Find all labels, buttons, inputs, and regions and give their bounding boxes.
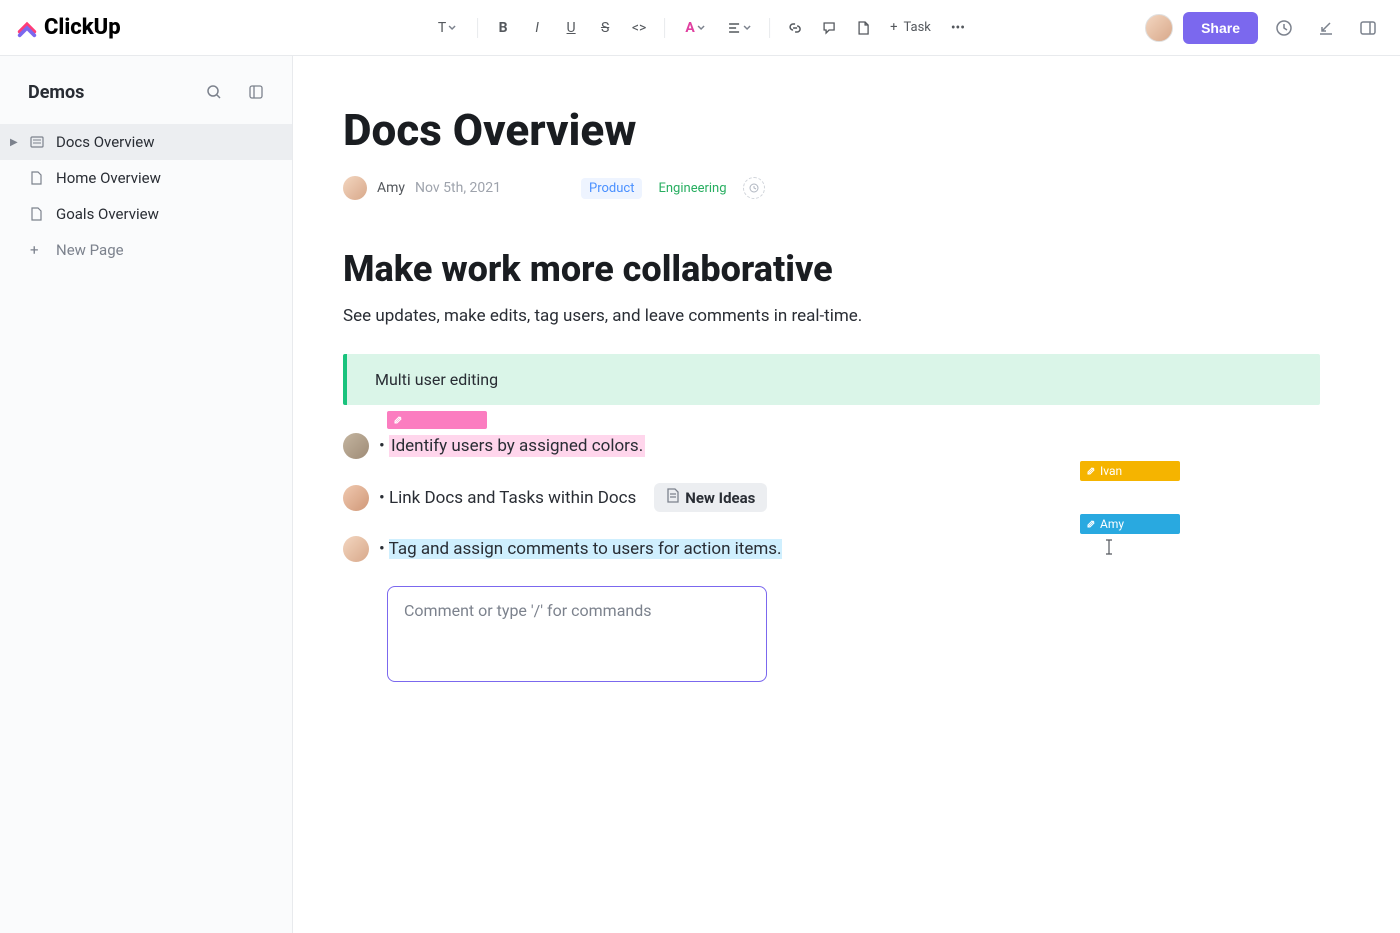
page-icon bbox=[30, 135, 46, 149]
user-cursor-amy: Amy bbox=[1080, 514, 1180, 534]
author-name: Amy bbox=[377, 180, 405, 196]
code-button[interactable]: <> bbox=[624, 13, 654, 43]
search-icon[interactable] bbox=[198, 76, 230, 108]
panel-toggle-icon[interactable] bbox=[1352, 12, 1384, 44]
separator bbox=[769, 18, 770, 38]
new-page-button[interactable]: + New Page bbox=[0, 232, 292, 268]
doc-icon bbox=[30, 171, 46, 185]
chip-label: New Ideas bbox=[685, 489, 755, 507]
collapse-sidebar-icon[interactable] bbox=[240, 76, 272, 108]
download-icon[interactable] bbox=[1310, 12, 1342, 44]
strikethrough-button[interactable]: S bbox=[590, 13, 620, 43]
bullet-row-3[interactable]: Amy • Tag and assign comments to users f… bbox=[343, 536, 1320, 562]
bullet-row-1[interactable]: • Identify users by assigned colors. bbox=[343, 433, 1320, 459]
bold-button[interactable]: B bbox=[488, 13, 518, 43]
new-page-label: New Page bbox=[56, 241, 124, 259]
collaborator-avatar[interactable] bbox=[343, 485, 369, 511]
more-button[interactable]: ••• bbox=[943, 13, 973, 43]
bullet-text: • Link Docs and Tasks within Docs bbox=[379, 488, 636, 508]
user-edit-indicator-pink bbox=[387, 411, 487, 429]
sidebar-item-home-overview[interactable]: Home Overview bbox=[0, 160, 292, 196]
comment-placeholder: Comment or type '/' for commands bbox=[404, 601, 652, 620]
add-tag-button[interactable] bbox=[743, 177, 765, 199]
brand-name: ClickUp bbox=[44, 15, 121, 40]
history-icon[interactable] bbox=[1268, 12, 1300, 44]
doc-title[interactable]: Docs Overview bbox=[343, 104, 1320, 156]
toolbar-right: Share bbox=[1145, 12, 1384, 44]
format-toolbar: T B I U S <> A + Task ••• bbox=[427, 13, 973, 43]
sidebar-item-label: Goals Overview bbox=[56, 205, 159, 223]
author-avatar[interactable] bbox=[343, 176, 367, 200]
underline-button[interactable]: U bbox=[556, 13, 586, 43]
doc-button[interactable] bbox=[848, 13, 878, 43]
plus-icon: + bbox=[30, 241, 46, 259]
top-toolbar: ClickUp T B I U S <> A + Task ••• Share bbox=[0, 0, 1400, 56]
sidebar: Demos ▶ Docs Overview Home Overview Goal… bbox=[0, 56, 293, 933]
section-lead[interactable]: See updates, make edits, tag users, and … bbox=[343, 306, 1320, 326]
doc-date: Nov 5th, 2021 bbox=[415, 180, 501, 196]
document-area[interactable]: Docs Overview Amy Nov 5th, 2021 Product … bbox=[293, 56, 1400, 933]
bullet-text: • Identify users by assigned colors. bbox=[379, 436, 645, 456]
link-button[interactable] bbox=[780, 13, 810, 43]
section-heading[interactable]: Make work more collaborative bbox=[343, 248, 1320, 290]
sidebar-item-label: Docs Overview bbox=[56, 133, 155, 151]
doc-meta: Amy Nov 5th, 2021 Product Engineering bbox=[343, 176, 1320, 200]
clickup-logo-icon bbox=[16, 17, 38, 39]
tag-product[interactable]: Product bbox=[581, 178, 642, 199]
tag-engineering[interactable]: Engineering bbox=[650, 178, 734, 199]
current-user-avatar[interactable] bbox=[1145, 14, 1173, 42]
share-button[interactable]: Share bbox=[1183, 12, 1258, 44]
collaborator-avatar[interactable] bbox=[343, 433, 369, 459]
comment-input[interactable]: Comment or type '/' for commands bbox=[387, 586, 767, 682]
user-cursor-ivan: Ivan bbox=[1080, 461, 1180, 481]
text-color-dropdown[interactable]: A bbox=[675, 13, 715, 43]
comment-button[interactable] bbox=[814, 13, 844, 43]
collaborator-avatar[interactable] bbox=[343, 536, 369, 562]
doc-icon bbox=[30, 207, 46, 221]
align-dropdown[interactable] bbox=[719, 13, 759, 43]
callout-text: Multi user editing bbox=[375, 370, 498, 389]
callout-block[interactable]: Multi user editing bbox=[343, 354, 1320, 405]
bullet-row-2[interactable]: Ivan • Link Docs and Tasks within Docs N… bbox=[343, 483, 1320, 512]
bullet-text: • Tag and assign comments to users for a… bbox=[379, 539, 782, 559]
sidebar-item-label: Home Overview bbox=[56, 169, 161, 187]
sidebar-item-docs-overview[interactable]: ▶ Docs Overview bbox=[0, 124, 292, 160]
sidebar-title: Demos bbox=[28, 82, 84, 103]
separator bbox=[664, 18, 665, 38]
italic-button[interactable]: I bbox=[522, 13, 552, 43]
separator bbox=[477, 18, 478, 38]
text-cursor-icon bbox=[1103, 538, 1115, 561]
text-style-dropdown[interactable]: T bbox=[427, 13, 467, 43]
sidebar-item-goals-overview[interactable]: Goals Overview bbox=[0, 196, 292, 232]
expand-caret-icon[interactable]: ▶ bbox=[10, 137, 18, 148]
add-task-button[interactable]: + Task bbox=[882, 16, 939, 39]
doc-icon bbox=[666, 488, 679, 507]
linked-doc-chip[interactable]: New Ideas bbox=[654, 483, 767, 512]
brand: ClickUp bbox=[16, 15, 121, 40]
